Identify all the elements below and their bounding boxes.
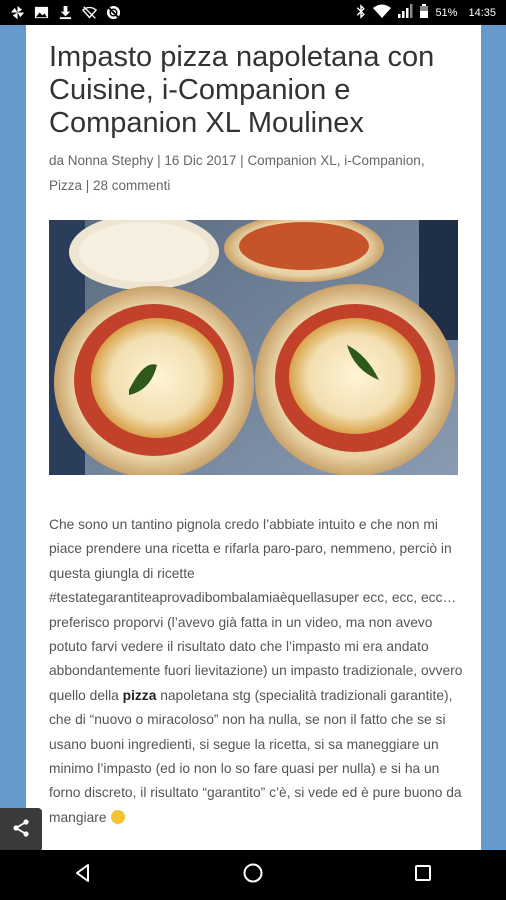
nav-recents-button[interactable]: [410, 862, 436, 888]
category-link-companion-xl[interactable]: Companion XL: [247, 153, 336, 168]
recents-icon: [413, 863, 433, 888]
share-button[interactable]: [0, 808, 42, 852]
body-text-2: napoletana stg (specialità tradizionali …: [49, 687, 462, 825]
back-icon: [72, 862, 94, 889]
body-text-1: Che sono un tantino pignola credo l’abbi…: [49, 517, 463, 703]
pizza-photo: [49, 220, 458, 475]
wifi-off-icon: [82, 5, 97, 20]
nav-back-button[interactable]: [70, 862, 96, 888]
navigation-bar: [0, 850, 506, 900]
meta-prefix: da: [49, 153, 68, 168]
article-page[interactable]: Impasto pizza napoletana con Cuisine, i-…: [26, 25, 481, 850]
wifi-icon: [373, 4, 392, 21]
status-right: 51% 14:35: [356, 3, 506, 22]
meta-separator: |: [153, 153, 165, 168]
battery-icon: [420, 4, 429, 21]
bluetooth-icon: [356, 3, 366, 22]
home-icon: [242, 862, 264, 889]
meta-comma: ,: [420, 153, 425, 168]
category-link-pizza[interactable]: Pizza: [49, 178, 82, 193]
download-icon: [58, 5, 73, 20]
pinwheel-icon: [10, 5, 25, 20]
signal-icon: [398, 4, 413, 21]
smile-emoji-icon: [110, 809, 125, 824]
author-link[interactable]: Nonna Stephy: [68, 153, 154, 168]
no-sync-icon: [106, 5, 121, 20]
share-icon: [11, 818, 31, 843]
battery-percent: 51%: [435, 6, 458, 19]
category-link-i-companion[interactable]: i-Companion: [344, 153, 421, 168]
image-icon: [34, 5, 49, 20]
meta-separator: |: [82, 177, 94, 193]
article-meta: da Nonna Stephy | 16 Dic 2017 | Companio…: [49, 149, 449, 198]
article-body: Che sono un tantino pignola credo l’abbi…: [49, 513, 463, 830]
status-bar: 51% 14:35: [0, 0, 506, 25]
post-date: 16 Dic 2017: [164, 153, 237, 168]
nav-home-button[interactable]: [240, 862, 266, 888]
body-bold-pizza: pizza: [122, 687, 157, 703]
comments-link[interactable]: 28 commenti: [93, 178, 170, 193]
clock: 14:35: [468, 6, 496, 19]
meta-separator: |: [236, 153, 248, 168]
article-title: Impasto pizza napoletana con Cuisine, i-…: [49, 41, 435, 139]
status-left-icons: [0, 5, 121, 20]
